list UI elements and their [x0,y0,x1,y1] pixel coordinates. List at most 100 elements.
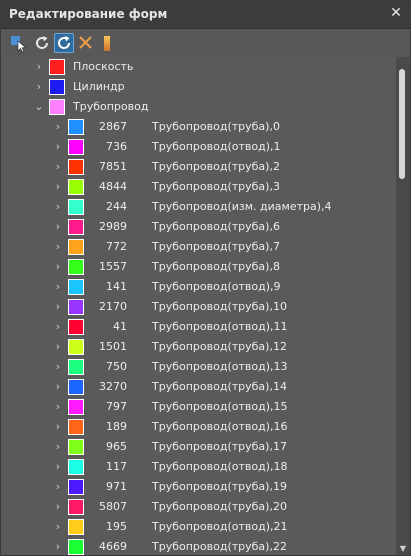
chevron-right-icon[interactable]: › [52,140,64,154]
color-swatch[interactable] [68,199,84,215]
item-count: 797 [106,400,127,413]
tree-child-item[interactable]: › 4844 Трубопровод(труба),3 [1,177,396,197]
tree-item-plane[interactable]: › Плоскость [1,57,396,77]
tree-item-label: Трубопровод(труба),3 [152,180,280,193]
color-swatch[interactable] [68,359,84,375]
chevron-right-icon[interactable]: › [52,380,64,394]
refresh-button[interactable] [32,33,52,53]
item-count: 1557 [99,260,127,273]
gradient-button[interactable] [98,33,118,53]
tree-child-item[interactable]: › 2170 Трубопровод(труба),10 [1,297,396,317]
tree-child-item[interactable]: › 3270 Трубопровод(труба),14 [1,377,396,397]
tree-child-item[interactable]: › 772 Трубопровод(труба),7 [1,237,396,257]
tree-item-pipeline[interactable]: ⌄ Трубопровод [1,97,396,117]
tree-child-item[interactable]: › 971 Трубопровод(труба),19 [1,477,396,497]
delete-button[interactable] [76,33,96,53]
item-count: 195 [106,520,127,533]
tree-item-label: Трубопровод(труба),17 [152,440,287,453]
refresh-active-button[interactable] [54,33,74,53]
item-count: 117 [106,460,127,473]
item-count: 965 [106,440,127,453]
chevron-right-icon[interactable]: › [52,220,64,234]
color-swatch[interactable] [68,419,84,435]
chevron-right-icon[interactable]: › [52,500,64,514]
chevron-right-icon[interactable]: › [33,60,45,74]
color-swatch[interactable] [68,179,84,195]
tree-item-cylinder[interactable]: › Цилиндр [1,77,396,97]
tree-child-item[interactable]: › 736 Трубопровод(отвод),1 [1,137,396,157]
color-swatch[interactable] [68,459,84,475]
tree-child-item[interactable]: › 117 Трубопровод(отвод),18 [1,457,396,477]
chevron-right-icon[interactable]: › [52,260,64,274]
tree-item-label: Трубопровод(отвод),11 [152,320,288,333]
tree-child-item[interactable]: › 750 Трубопровод(отвод),13 [1,357,396,377]
chevron-right-icon[interactable]: › [52,300,64,314]
color-swatch[interactable] [68,239,84,255]
tree-child-item[interactable]: › 1557 Трубопровод(труба),8 [1,257,396,277]
color-swatch[interactable] [68,399,84,415]
color-swatch[interactable] [49,59,65,75]
chevron-right-icon[interactable]: › [52,340,64,354]
color-swatch[interactable] [68,299,84,315]
chevron-right-icon[interactable]: › [52,420,64,434]
tree-child-item[interactable]: › 141 Трубопровод(отвод),9 [1,277,396,297]
close-button[interactable]: ✕ [388,5,404,21]
item-count: 2170 [99,300,127,313]
chevron-right-icon[interactable]: › [52,240,64,254]
color-swatch[interactable] [68,259,84,275]
tree-child-item[interactable]: › 5807 Трубопровод(труба),20 [1,497,396,517]
item-count: 772 [106,240,127,253]
chevron-right-icon[interactable]: › [52,480,64,494]
tree-child-item[interactable]: › 797 Трубопровод(отвод),15 [1,397,396,417]
color-swatch[interactable] [68,219,84,235]
tree-child-item[interactable]: › 195 Трубопровод(отвод),21 [1,517,396,537]
tree-item-label: Трубопровод(отвод),15 [152,400,288,413]
tree-child-item[interactable]: › 1501 Трубопровод(труба),12 [1,337,396,357]
chevron-right-icon[interactable]: › [52,540,64,554]
chevron-right-icon[interactable]: › [52,200,64,214]
scrollbar-thumb[interactable] [399,69,405,179]
chevron-right-icon[interactable]: › [52,360,64,374]
vertical-scrollbar[interactable]: ▼ [396,57,410,555]
color-swatch[interactable] [68,379,84,395]
chevron-right-icon[interactable]: › [52,460,64,474]
tree-child-item[interactable]: › 965 Трубопровод(труба),17 [1,437,396,457]
tree-child-item[interactable]: › 4669 Трубопровод(труба),22 [1,537,396,555]
chevron-right-icon[interactable]: › [52,180,64,194]
chevron-right-icon[interactable]: › [52,520,64,534]
tree-child-item[interactable]: › 2867 Трубопровод(труба),0 [1,117,396,137]
chevron-right-icon[interactable]: › [52,120,64,134]
tree-child-item[interactable]: › 244 Трубопровод(изм. диаметра),4 [1,197,396,217]
chevron-right-icon[interactable]: › [52,440,64,454]
color-swatch[interactable] [68,339,84,355]
chevron-right-icon[interactable]: › [33,80,45,94]
panel-title: Редактирование форм [9,7,168,21]
color-swatch[interactable] [68,499,84,515]
color-swatch[interactable] [49,79,65,95]
tree-child-item[interactable]: › 2989 Трубопровод(труба),6 [1,217,396,237]
scroll-down-icon[interactable]: ▼ [399,545,407,553]
color-swatch[interactable] [68,539,84,555]
tree-child-item[interactable]: › 189 Трубопровод(отвод),16 [1,417,396,437]
chevron-down-icon[interactable]: ⌄ [33,100,45,114]
tree-item-label: Трубопровод(труба),0 [152,120,280,133]
toolbar [1,29,410,57]
chevron-right-icon[interactable]: › [52,280,64,294]
color-swatch[interactable] [68,319,84,335]
chevron-right-icon[interactable]: › [52,160,64,174]
chevron-right-icon[interactable]: › [52,400,64,414]
tree-child-item[interactable]: › 41 Трубопровод(отвод),11 [1,317,396,337]
delete-x-icon [79,36,92,49]
color-swatch[interactable] [68,279,84,295]
chevron-right-icon[interactable]: › [52,320,64,334]
color-swatch[interactable] [68,159,84,175]
color-swatch[interactable] [68,139,84,155]
color-swatch[interactable] [68,479,84,495]
tree-child-item[interactable]: › 7851 Трубопровод(труба),2 [1,157,396,177]
color-swatch[interactable] [68,439,84,455]
color-swatch[interactable] [68,519,84,535]
color-swatch[interactable] [49,99,65,115]
tree-item-label: Трубопровод(отвод),21 [152,520,288,533]
color-swatch[interactable] [68,119,84,135]
select-button[interactable] [9,33,29,53]
